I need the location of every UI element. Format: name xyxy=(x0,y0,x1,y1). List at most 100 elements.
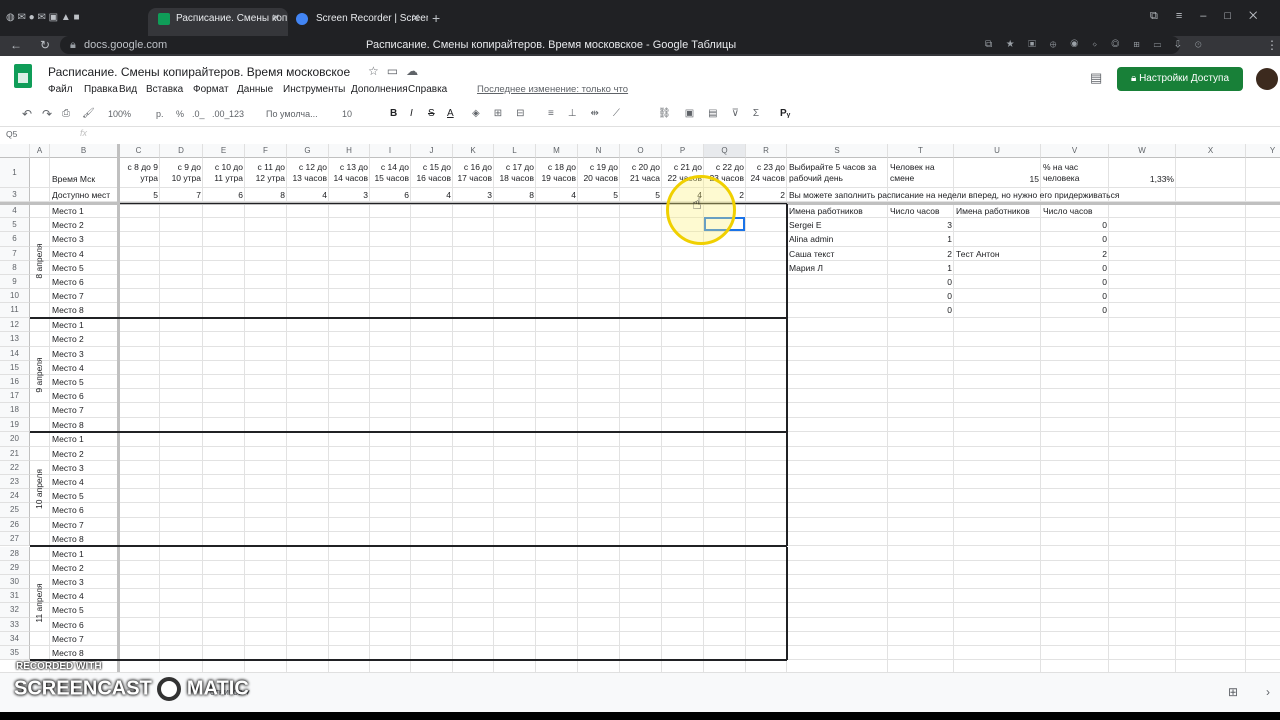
summary-hours[interactable]: 0 xyxy=(890,289,952,303)
column-header-Q[interactable]: Q xyxy=(704,144,746,158)
paint-format-icon[interactable]: 🖌︎ xyxy=(82,106,95,122)
summary-hours[interactable]: 3 xyxy=(890,218,952,232)
place-label[interactable]: Место 5 xyxy=(52,375,116,389)
row-header[interactable]: 7 xyxy=(0,246,30,261)
column-header-P[interactable]: P xyxy=(662,144,704,158)
summary-name[interactable] xyxy=(956,218,1039,232)
star-move-cloud-icons[interactable]: ☆▭☁ xyxy=(368,64,426,78)
row-header[interactable]: 14 xyxy=(0,346,30,361)
bold-icon[interactable]: B xyxy=(390,106,397,122)
browser-menu-icon[interactable]: ⋮ xyxy=(1266,36,1278,54)
schedule-entry[interactable] xyxy=(580,247,660,261)
summary-hours[interactable]: 0 xyxy=(890,303,952,317)
document-title[interactable]: Расписание. Смены копирайтеров. Время мо… xyxy=(48,65,350,79)
schedule-note[interactable]: Вы можете заполнить расписание на недели… xyxy=(789,188,1209,202)
name-box[interactable]: Q5 xyxy=(6,129,17,139)
schedule-entry[interactable] xyxy=(120,204,200,218)
column-header-S[interactable]: S xyxy=(787,144,888,158)
reload-icon[interactable]: ↻ xyxy=(40,36,50,54)
place-label[interactable]: Место 3 xyxy=(52,347,116,361)
row-header[interactable]: 10 xyxy=(0,289,30,304)
font-select[interactable]: По умолча... xyxy=(266,106,318,122)
column-header-N[interactable]: N xyxy=(578,144,620,158)
column-header-C[interactable]: C xyxy=(118,144,160,158)
summary-name[interactable]: Саша текст xyxy=(789,247,886,261)
header-cell-L[interactable]: с 17 до 18 часов xyxy=(496,162,534,188)
row-header[interactable]: 3 xyxy=(0,188,30,202)
available-seats-value[interactable]: 7 xyxy=(162,188,201,202)
summary-hours[interactable]: 0 xyxy=(1043,303,1107,317)
header-cell-N[interactable]: с 19 до 20 часов xyxy=(580,162,618,188)
italic-icon[interactable]: I xyxy=(410,106,413,122)
summary-hours[interactable]: 1 xyxy=(890,261,952,275)
place-label[interactable]: Место 2 xyxy=(52,447,116,461)
column-header-H[interactable]: H xyxy=(329,144,370,158)
place-label[interactable]: Место 7 xyxy=(52,518,116,532)
header-cell-H[interactable]: с 13 до 14 часов xyxy=(331,162,368,188)
avatar[interactable] xyxy=(1256,68,1278,90)
row-header[interactable]: 21 xyxy=(0,446,30,461)
menu-item[interactable]: Инструменты xyxy=(283,84,345,95)
summary-hours[interactable]: 2 xyxy=(890,247,952,261)
place-label[interactable]: Место 6 xyxy=(52,389,116,403)
place-label[interactable]: Место 7 xyxy=(52,632,116,646)
row-header[interactable]: 19 xyxy=(0,417,30,432)
place-label[interactable]: Место 7 xyxy=(52,289,116,303)
row-header[interactable]: 26 xyxy=(0,517,30,532)
available-seats-value[interactable]: 8 xyxy=(247,188,285,202)
close-tab-icon[interactable]: ✕ xyxy=(272,8,280,30)
row-header[interactable]: 34 xyxy=(0,631,30,646)
summary-hours[interactable]: 0 xyxy=(1043,232,1107,246)
close-tab-icon[interactable]: ✕ xyxy=(412,8,420,30)
day-label[interactable]: 11 апреля xyxy=(34,547,46,661)
summary-hours[interactable]: 2 xyxy=(1043,247,1107,261)
day-label[interactable]: 8 апреля xyxy=(34,204,46,318)
column-header-Y[interactable]: Y xyxy=(1246,144,1280,158)
place-label[interactable]: Место 5 xyxy=(52,603,116,617)
tab-spreadsheet[interactable]: Расписание. Смены коп ✕ xyxy=(148,8,288,36)
column-header-U[interactable]: U xyxy=(954,144,1041,158)
summary-name[interactable] xyxy=(956,303,1039,317)
link-comment-chart-filter-icons[interactable]: ⛓▣▤⊽Σ xyxy=(658,106,773,122)
place-label[interactable]: Место 4 xyxy=(52,589,116,603)
zoom-select[interactable]: 100% xyxy=(108,106,131,122)
row-header[interactable]: 9 xyxy=(0,275,30,290)
available-seats-value[interactable]: 4 xyxy=(538,188,576,202)
row-header[interactable]: 22 xyxy=(0,460,30,475)
available-seats-value[interactable]: 5 xyxy=(120,188,158,202)
undo-icon[interactable]: ↶ xyxy=(22,106,32,122)
summary-hours[interactable]: 0 xyxy=(1043,261,1107,275)
schedule-entry[interactable] xyxy=(664,261,744,275)
place-label[interactable]: Место 4 xyxy=(52,361,116,375)
schedule-entry[interactable] xyxy=(496,289,576,303)
strikethrough-icon[interactable]: S xyxy=(428,106,435,122)
share-button[interactable]: 🔒︎ Настройки Доступа xyxy=(1117,67,1243,91)
available-seats-value[interactable]: 4 xyxy=(413,188,451,202)
summary-name[interactable] xyxy=(789,289,886,303)
column-header-R[interactable]: R xyxy=(746,144,787,158)
tab-screen-recorder[interactable]: Screen Recorder | Screenc ✕ xyxy=(288,8,428,36)
column-header-G[interactable]: G xyxy=(287,144,329,158)
place-label[interactable]: Место 8 xyxy=(52,646,116,660)
place-label[interactable]: Место 7 xyxy=(52,403,116,417)
place-label[interactable]: Место 8 xyxy=(52,303,116,317)
align-icons[interactable]: ≡⊥⇹⟋ xyxy=(548,106,634,122)
summary-hours[interactable]: 0 xyxy=(1043,275,1107,289)
place-label[interactable]: Место 5 xyxy=(52,489,116,503)
currency-format[interactable]: р. xyxy=(156,106,164,122)
window-controls[interactable]: ⧉≡–□✕ xyxy=(1150,10,1275,23)
header-cell-K[interactable]: с 16 до 17 часов xyxy=(455,162,492,188)
header-cell-M[interactable]: с 18 до 19 часов xyxy=(538,162,576,188)
available-seats-value[interactable]: 3 xyxy=(331,188,368,202)
header-cell-D[interactable]: с 9 до 10 утра xyxy=(162,162,201,188)
row-header[interactable]: 6 xyxy=(0,232,30,247)
new-tab-button[interactable]: + xyxy=(432,10,440,26)
side-panel-toggle-icon[interactable]: › xyxy=(1266,685,1270,699)
text-color-icon[interactable]: A xyxy=(447,106,454,122)
available-seats-label[interactable]: Доступно мест xyxy=(52,188,116,202)
available-seats-value[interactable]: 6 xyxy=(205,188,243,202)
summary-name[interactable] xyxy=(789,303,886,317)
place-label[interactable]: Место 5 xyxy=(52,261,116,275)
row-header[interactable]: 35 xyxy=(0,646,30,661)
row-header[interactable]: 25 xyxy=(0,503,30,518)
